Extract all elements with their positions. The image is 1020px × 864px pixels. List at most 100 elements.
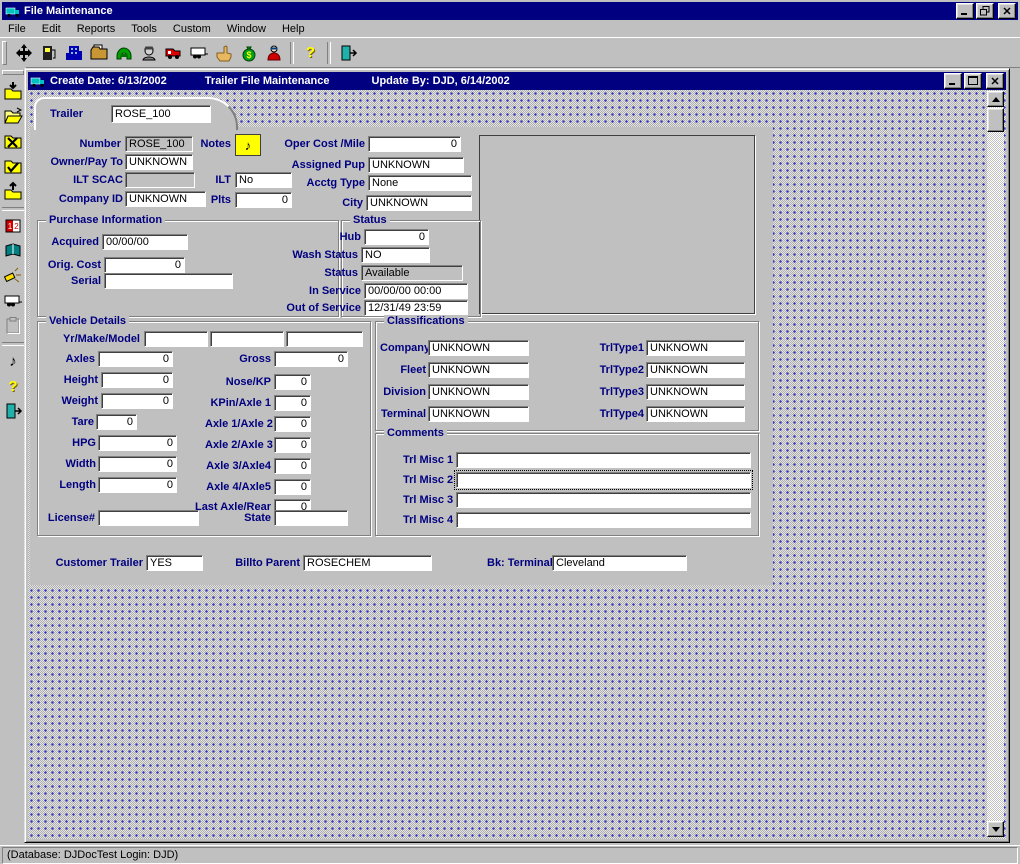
terminal-input[interactable] [428, 406, 529, 422]
vertical-scrollbar[interactable] [987, 91, 1004, 837]
billto-parent-label: Billto Parent [231, 557, 300, 570]
inner-close-button[interactable] [986, 73, 1004, 89]
hpg-input[interactable] [98, 435, 177, 451]
inner-maximize-button[interactable] [964, 73, 982, 89]
customer-trailer-input[interactable] [146, 555, 203, 571]
file-open-button[interactable] [1, 104, 25, 128]
restore-button[interactable] [976, 3, 994, 19]
help-button-left[interactable]: ? [1, 374, 25, 398]
exit-button-left[interactable] [1, 399, 25, 423]
billto-parent-input[interactable] [303, 555, 432, 571]
weight-input[interactable] [101, 393, 173, 409]
nose-kp-input[interactable] [274, 374, 311, 390]
inner-minimize-button[interactable] [944, 73, 962, 89]
menu-window[interactable]: Window [219, 21, 274, 37]
phone-button[interactable] [111, 40, 136, 65]
oper-cost-input[interactable] [368, 136, 461, 152]
exit-button[interactable] [335, 40, 360, 65]
acquired-input[interactable] [102, 234, 188, 250]
driver-button[interactable] [136, 40, 161, 65]
axle1-axle2-input[interactable] [274, 416, 311, 432]
menu-tools[interactable]: Tools [123, 21, 165, 37]
status-bar: (Database: DJDocTest Login: DJD) [0, 845, 1020, 864]
scrollbar-thumb[interactable] [987, 108, 1004, 132]
out-of-service-input[interactable] [364, 300, 468, 316]
assigned-pup-input[interactable] [368, 157, 464, 173]
trailer-button-left[interactable] [1, 289, 25, 313]
truck-button[interactable] [161, 40, 186, 65]
owner-pay-to-input[interactable] [125, 154, 193, 170]
search-light-button[interactable] [1, 264, 25, 288]
trltype4-input[interactable] [646, 406, 745, 422]
axles-input[interactable] [98, 351, 173, 367]
kpin-axle1-input[interactable] [274, 395, 311, 411]
yr-input[interactable] [144, 331, 208, 347]
book-button[interactable] [1, 239, 25, 263]
in-service-input[interactable] [364, 283, 468, 299]
notes-button-left[interactable]: ♪ [1, 349, 25, 373]
notes-button[interactable]: ♪ [235, 134, 261, 156]
trl-misc3-input[interactable] [456, 492, 751, 508]
file-save-button[interactable] [1, 79, 25, 103]
orders-folder-button[interactable] [86, 40, 111, 65]
exit-door-icon [3, 401, 23, 421]
file-delete-button[interactable] [1, 129, 25, 153]
navigate-button[interactable] [11, 40, 36, 65]
rate-card-button[interactable]: 12 [1, 214, 25, 238]
tare-input[interactable] [96, 414, 137, 430]
trl-misc4-input[interactable] [456, 512, 751, 528]
clipboard-button[interactable] [1, 314, 25, 338]
toolbar-grip[interactable] [2, 41, 7, 65]
money-bag-button[interactable]: $ [236, 40, 261, 65]
arrow-up-icon [992, 97, 1000, 102]
minimize-button[interactable] [956, 3, 974, 19]
menu-file[interactable]: File [0, 21, 34, 37]
state-input[interactable] [274, 510, 348, 526]
axle2-axle3-input[interactable] [274, 437, 311, 453]
close-button[interactable] [998, 3, 1016, 19]
toolbar-grip[interactable] [2, 70, 24, 75]
agent-button[interactable] [261, 40, 286, 65]
menu-custom[interactable]: Custom [165, 21, 219, 37]
acctg-type-input[interactable] [368, 175, 472, 191]
bk-terminal-input[interactable] [552, 555, 687, 571]
hub-input[interactable] [364, 229, 429, 245]
license-label: License# [37, 512, 95, 525]
dispatch-hand-button[interactable] [211, 40, 236, 65]
plts-input[interactable] [235, 192, 292, 208]
division-input[interactable] [428, 384, 529, 400]
length-input[interactable] [98, 477, 177, 493]
company-button[interactable] [61, 40, 86, 65]
trltype3-input[interactable] [646, 384, 745, 400]
trailer-input[interactable] [111, 105, 211, 123]
fuel-pump-button[interactable] [36, 40, 61, 65]
scroll-up-button[interactable] [987, 91, 1004, 107]
trltype2-input[interactable] [646, 362, 745, 378]
trltype1-input[interactable] [646, 340, 745, 356]
company-id-input[interactable] [125, 191, 206, 207]
model-input[interactable] [286, 331, 363, 347]
width-input[interactable] [98, 456, 177, 472]
gross-input[interactable] [274, 351, 348, 367]
trl-misc1-input[interactable] [456, 452, 751, 468]
help-button[interactable]: ? [298, 40, 323, 65]
wash-status-input[interactable] [361, 247, 430, 263]
menu-reports[interactable]: Reports [69, 21, 124, 37]
axle4-axle5-input[interactable] [274, 479, 311, 495]
scroll-down-button[interactable] [987, 821, 1004, 837]
menu-edit[interactable]: Edit [34, 21, 69, 37]
make-input[interactable] [210, 331, 284, 347]
file-export-button[interactable] [1, 179, 25, 203]
city-input[interactable] [366, 195, 472, 211]
company-input[interactable] [428, 340, 529, 356]
menu-help[interactable]: Help [274, 21, 313, 37]
serial-input[interactable] [104, 273, 233, 289]
orig-cost-input[interactable] [104, 257, 185, 273]
height-input[interactable] [101, 372, 173, 388]
license-input[interactable] [98, 510, 199, 526]
axle3-axle4-input[interactable] [274, 458, 311, 474]
trl-misc2-input[interactable] [456, 472, 751, 488]
fleet-input[interactable] [428, 362, 529, 378]
file-approve-button[interactable] [1, 154, 25, 178]
trailer-button[interactable] [186, 40, 211, 65]
